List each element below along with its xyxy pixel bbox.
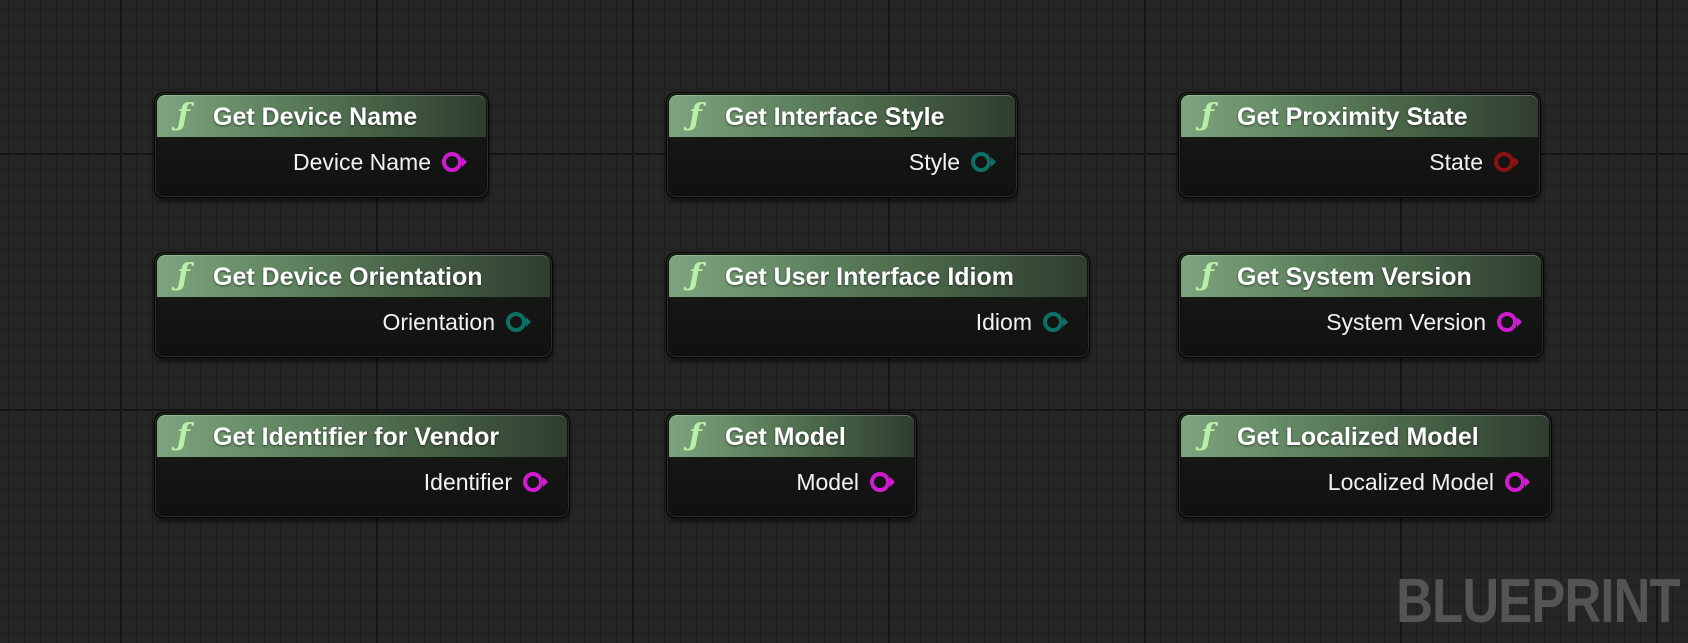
output-pin-row: System Version	[1326, 307, 1523, 337]
output-pin-row: Device Name	[293, 147, 468, 177]
node-get-device-name[interactable]: ƒ Get Device Name Device Name	[154, 92, 489, 198]
node-body: Device Name	[157, 137, 486, 195]
output-pin-icon[interactable]	[970, 151, 997, 173]
node-title: Get Localized Model	[1237, 423, 1479, 451]
node-header[interactable]: ƒ Get Identifier for Vendor	[157, 415, 567, 457]
node-get-user-interface-idiom[interactable]: ƒ Get User Interface Idiom Idiom	[666, 252, 1090, 358]
function-icon: ƒ	[689, 418, 702, 453]
node-title: Get Identifier for Vendor	[213, 423, 500, 451]
node-header[interactable]: ƒ Get Device Name	[157, 95, 486, 137]
function-icon: ƒ	[177, 418, 190, 453]
node-get-identifier-for-vendor[interactable]: ƒ Get Identifier for Vendor Identifier	[154, 412, 570, 518]
node-header[interactable]: ƒ Get Model	[669, 415, 914, 457]
output-pin-row: State	[1429, 147, 1520, 177]
function-icon: ƒ	[177, 258, 190, 293]
function-icon: ƒ	[1201, 418, 1214, 453]
node-title: Get User Interface Idiom	[725, 263, 1014, 291]
output-pin-label: Device Name	[292, 148, 431, 175]
output-pin-row: Localized Model	[1328, 467, 1531, 497]
output-pin-icon[interactable]	[522, 471, 549, 493]
node-title: Get Model	[725, 423, 846, 451]
node-header[interactable]: ƒ Get Localized Model	[1181, 415, 1549, 457]
node-body: State	[1181, 137, 1538, 195]
output-pin-label: Localized Model	[1327, 468, 1494, 495]
node-header[interactable]: ƒ Get User Interface Idiom	[669, 255, 1087, 297]
output-pin-icon[interactable]	[1504, 471, 1531, 493]
output-pin-row: Orientation	[382, 307, 532, 337]
node-title: Get Interface Style	[725, 103, 945, 131]
output-pin-row: Identifier	[424, 467, 549, 497]
output-pin-icon[interactable]	[1042, 311, 1069, 333]
node-body: System Version	[1181, 297, 1541, 355]
node-get-system-version[interactable]: ƒ Get System Version System Version	[1178, 252, 1544, 358]
output-pin-label: Idiom	[975, 308, 1032, 335]
blueprint-watermark: BLUEPRINT	[1396, 567, 1680, 636]
node-get-interface-style[interactable]: ƒ Get Interface Style Style	[666, 92, 1018, 198]
output-pin-row: Idiom	[976, 307, 1069, 337]
output-pin-icon[interactable]	[505, 311, 532, 333]
output-pin-label: State	[1429, 148, 1483, 175]
function-icon: ƒ	[689, 98, 702, 133]
node-body: Orientation	[157, 297, 550, 355]
function-icon: ƒ	[1201, 258, 1214, 293]
output-pin-icon[interactable]	[441, 151, 468, 173]
output-pin-icon[interactable]	[1493, 151, 1520, 173]
node-get-device-orientation[interactable]: ƒ Get Device Orientation Orientation	[154, 252, 553, 358]
node-get-model[interactable]: ƒ Get Model Model	[666, 412, 917, 518]
node-get-localized-model[interactable]: ƒ Get Localized Model Localized Model	[1178, 412, 1552, 518]
node-get-proximity-state[interactable]: ƒ Get Proximity State State	[1178, 92, 1541, 198]
node-title: Get Device Orientation	[213, 263, 483, 291]
function-icon: ƒ	[177, 98, 190, 133]
node-title: Get Device Name	[213, 103, 418, 131]
node-header[interactable]: ƒ Get Device Orientation	[157, 255, 550, 297]
node-title: Get System Version	[1237, 263, 1472, 291]
node-body: Identifier	[157, 457, 567, 515]
output-pin-row: Style	[909, 147, 997, 177]
output-pin-label: Orientation	[382, 308, 495, 335]
function-icon: ƒ	[1201, 98, 1214, 133]
output-pin-label: Style	[908, 148, 960, 175]
output-pin-label: Model	[796, 468, 859, 495]
node-title: Get Proximity State	[1237, 103, 1468, 131]
output-pin-label: Identifier	[423, 468, 512, 495]
output-pin-icon[interactable]	[1496, 311, 1523, 333]
node-header[interactable]: ƒ Get Interface Style	[669, 95, 1015, 137]
node-header[interactable]: ƒ Get System Version	[1181, 255, 1541, 297]
output-pin-icon[interactable]	[869, 471, 896, 493]
node-body: Localized Model	[1181, 457, 1549, 515]
node-body: Model	[669, 457, 914, 515]
node-body: Style	[669, 137, 1015, 195]
output-pin-row: Model	[796, 467, 896, 497]
node-header[interactable]: ƒ Get Proximity State	[1181, 95, 1538, 137]
output-pin-label: System Version	[1326, 308, 1486, 335]
node-body: Idiom	[669, 297, 1087, 355]
function-icon: ƒ	[689, 258, 702, 293]
